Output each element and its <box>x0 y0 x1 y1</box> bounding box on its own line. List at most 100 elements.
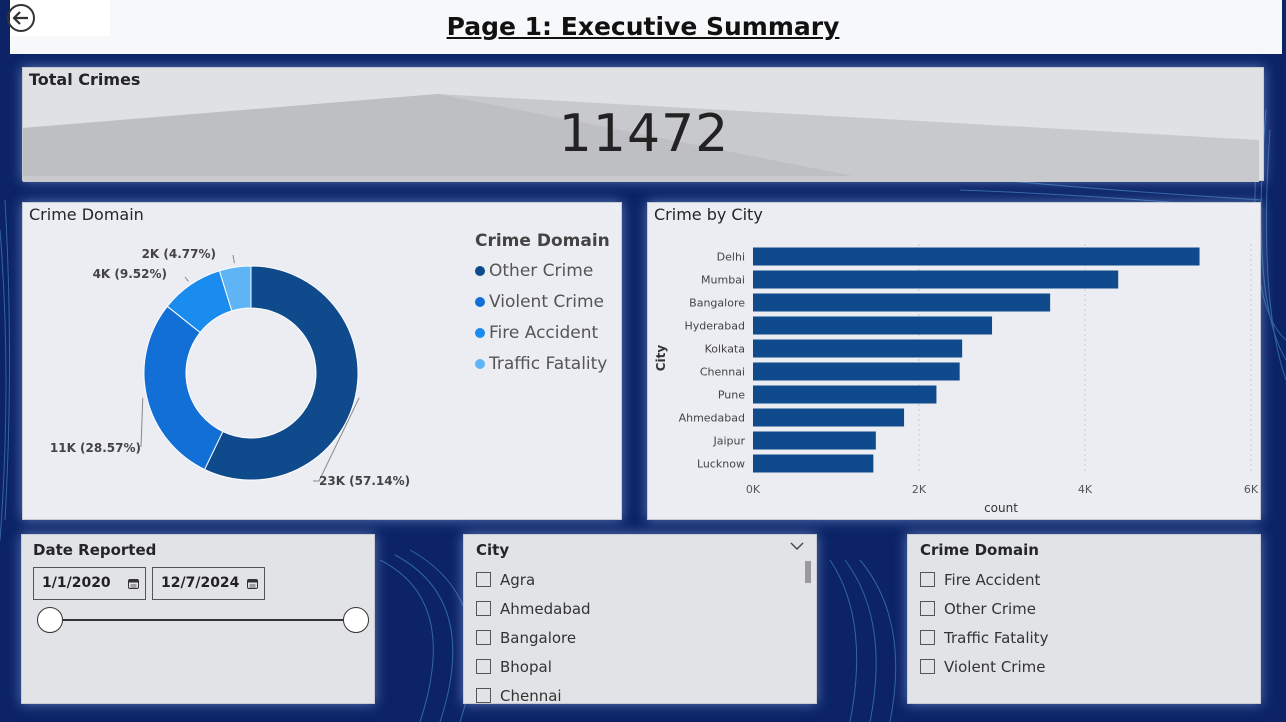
checkbox[interactable] <box>476 630 491 645</box>
donut-title: Crime Domain <box>29 205 144 224</box>
option-label: Violent Crime <box>944 657 1046 676</box>
city-option-agra[interactable]: Agra <box>476 565 591 594</box>
bar-ahmedabad[interactable] <box>753 408 905 427</box>
legend-label: Violent Crime <box>489 291 605 312</box>
domain-option-fire-accident[interactable]: Fire Accident <box>920 565 1048 594</box>
calendar-icon[interactable] <box>247 578 258 589</box>
city-checkbox-list: Agra Ahmedabad Bangalore Bhopal Chennai <box>476 565 591 710</box>
x-tick-label: 6K <box>1244 483 1259 496</box>
legend-dot <box>475 265 485 276</box>
option-label: Bhopal <box>500 657 552 676</box>
donut-legend: Crime Domain Other Crime Violent Crime F… <box>475 231 610 379</box>
checkbox[interactable] <box>920 572 935 587</box>
y-tick-label: Bangalore <box>689 297 745 310</box>
y-axis-label: City <box>654 345 668 372</box>
bar-chennai[interactable] <box>753 362 960 381</box>
x-tick-label: 2K <box>912 483 927 496</box>
donut-data-label: 4K (9.52%) <box>93 267 167 281</box>
date-range-slider-track[interactable] <box>50 619 356 621</box>
total-crimes-card[interactable]: Total Crimes 11472 <box>22 67 1264 182</box>
kpi-value: 11472 <box>558 104 730 164</box>
city-option-ahmedabad[interactable]: Ahmedabad <box>476 594 591 623</box>
leader-line <box>140 397 144 448</box>
bar-kolkata[interactable] <box>753 339 963 358</box>
chevron-down-icon[interactable] <box>790 541 804 551</box>
bar-lucknow[interactable] <box>753 454 874 473</box>
slider-start-handle[interactable] <box>37 607 63 633</box>
y-tick-label: Ahmedabad <box>679 412 745 425</box>
y-tick-label: Jaipur <box>712 435 745 448</box>
bar-chart-title: Crime by City <box>654 205 763 224</box>
date-reported-slicer: Date Reported 1/1/2020 12/7/2024 <box>21 534 375 704</box>
bar-pune[interactable] <box>753 385 937 404</box>
city-option-bhopal[interactable]: Bhopal <box>476 652 591 681</box>
x-tick-label: 0K <box>746 483 761 496</box>
legend-dot <box>475 296 485 307</box>
checkbox[interactable] <box>476 659 491 674</box>
calendar-icon[interactable] <box>128 578 139 589</box>
start-date-value: 1/1/2020 <box>42 575 111 591</box>
legend-dot <box>475 358 485 369</box>
checkbox[interactable] <box>920 659 935 674</box>
leader-line <box>232 254 235 264</box>
domain-option-other-crime[interactable]: Other Crime <box>920 594 1048 623</box>
option-label: Ahmedabad <box>500 599 591 618</box>
legend-dot <box>475 327 485 338</box>
kpi-title: Total Crimes <box>29 70 141 89</box>
scrollbar-thumb[interactable] <box>805 561 811 583</box>
legend-label: Traffic Fatality <box>489 353 608 374</box>
checkbox[interactable] <box>476 601 491 616</box>
domain-option-violent-crime[interactable]: Violent Crime <box>920 652 1048 681</box>
bar-delhi[interactable] <box>753 247 1200 266</box>
legend-label: Other Crime <box>489 260 594 281</box>
option-label: Bangalore <box>500 628 577 647</box>
crime-domain-slicer: Crime Domain Fire Accident Other Crime T… <box>907 534 1261 704</box>
slider-end-handle[interactable] <box>343 607 369 633</box>
option-label: Traffic Fatality <box>944 628 1049 647</box>
option-label: Fire Accident <box>944 570 1041 589</box>
bar-hyderabad[interactable] <box>753 316 993 335</box>
crime-domain-donut-card[interactable]: 23K (57.14%) 11K (28.57%) 4K (9.52%) 2K (4.… <box>22 202 622 520</box>
domain-slicer-title: Crime Domain <box>920 541 1039 559</box>
bar-chart: 0K 2K 4K 6K Delhi Mumbai Bangalore Hyderabad Kol… <box>654 244 1259 515</box>
city-slicer: City Agra Ahmedabad Bangalore Bhopal Che… <box>463 534 817 705</box>
y-tick-label: Kolkata <box>705 343 745 356</box>
legend-item-violent-crime[interactable]: Violent Crime <box>475 286 610 317</box>
checkbox[interactable] <box>920 601 935 616</box>
donut-data-label: 2K (4.77%) <box>142 247 216 261</box>
y-tick-label: Mumbai <box>701 274 745 287</box>
checkbox[interactable] <box>920 630 935 645</box>
end-date-input[interactable]: 12/7/2024 <box>152 567 265 600</box>
domain-checkbox-list: Fire Accident Other Crime Traffic Fatali… <box>920 565 1048 681</box>
donut-data-label: 23K (57.14%) <box>319 474 410 488</box>
bar-jaipur[interactable] <box>753 431 876 450</box>
end-date-value: 12/7/2024 <box>161 575 240 591</box>
leader-line <box>184 276 189 282</box>
y-tick-label: Lucknow <box>697 458 745 471</box>
option-label: Other Crime <box>944 599 1037 618</box>
x-tick-label: 4K <box>1078 483 1093 496</box>
legend-label: Fire Accident <box>489 322 599 343</box>
option-label: Chennai <box>500 686 562 705</box>
y-tick-label: Pune <box>718 389 745 402</box>
option-label: Agra <box>500 570 536 589</box>
legend-item-traffic-fatality[interactable]: Traffic Fatality <box>475 348 610 379</box>
legend-item-fire-accident[interactable]: Fire Accident <box>475 317 610 348</box>
checkbox[interactable] <box>476 688 491 703</box>
bar-mumbai[interactable] <box>753 270 1119 289</box>
legend-item-other-crime[interactable]: Other Crime <box>475 255 610 286</box>
legend-title: Crime Domain <box>475 231 610 251</box>
domain-option-traffic-fatality[interactable]: Traffic Fatality <box>920 623 1048 652</box>
start-date-input[interactable]: 1/1/2020 <box>33 567 146 600</box>
bar-bangalore[interactable] <box>753 293 1051 312</box>
date-slicer-title: Date Reported <box>33 541 157 559</box>
donut-data-label: 11K (28.57%) <box>50 441 141 455</box>
donut-slice-violent-crime[interactable] <box>143 305 224 471</box>
page-title: Page 1: Executive Summary <box>446 12 840 41</box>
checkbox[interactable] <box>476 572 491 587</box>
crime-by-city-card[interactable]: 0K 2K 4K 6K Delhi Mumbai Bangalore Hyderabad Kol… <box>647 202 1261 520</box>
y-tick-label: Hyderabad <box>685 320 746 333</box>
city-slicer-title: City <box>476 541 510 559</box>
city-option-chennai[interactable]: Chennai <box>476 681 591 710</box>
city-option-bangalore[interactable]: Bangalore <box>476 623 591 652</box>
